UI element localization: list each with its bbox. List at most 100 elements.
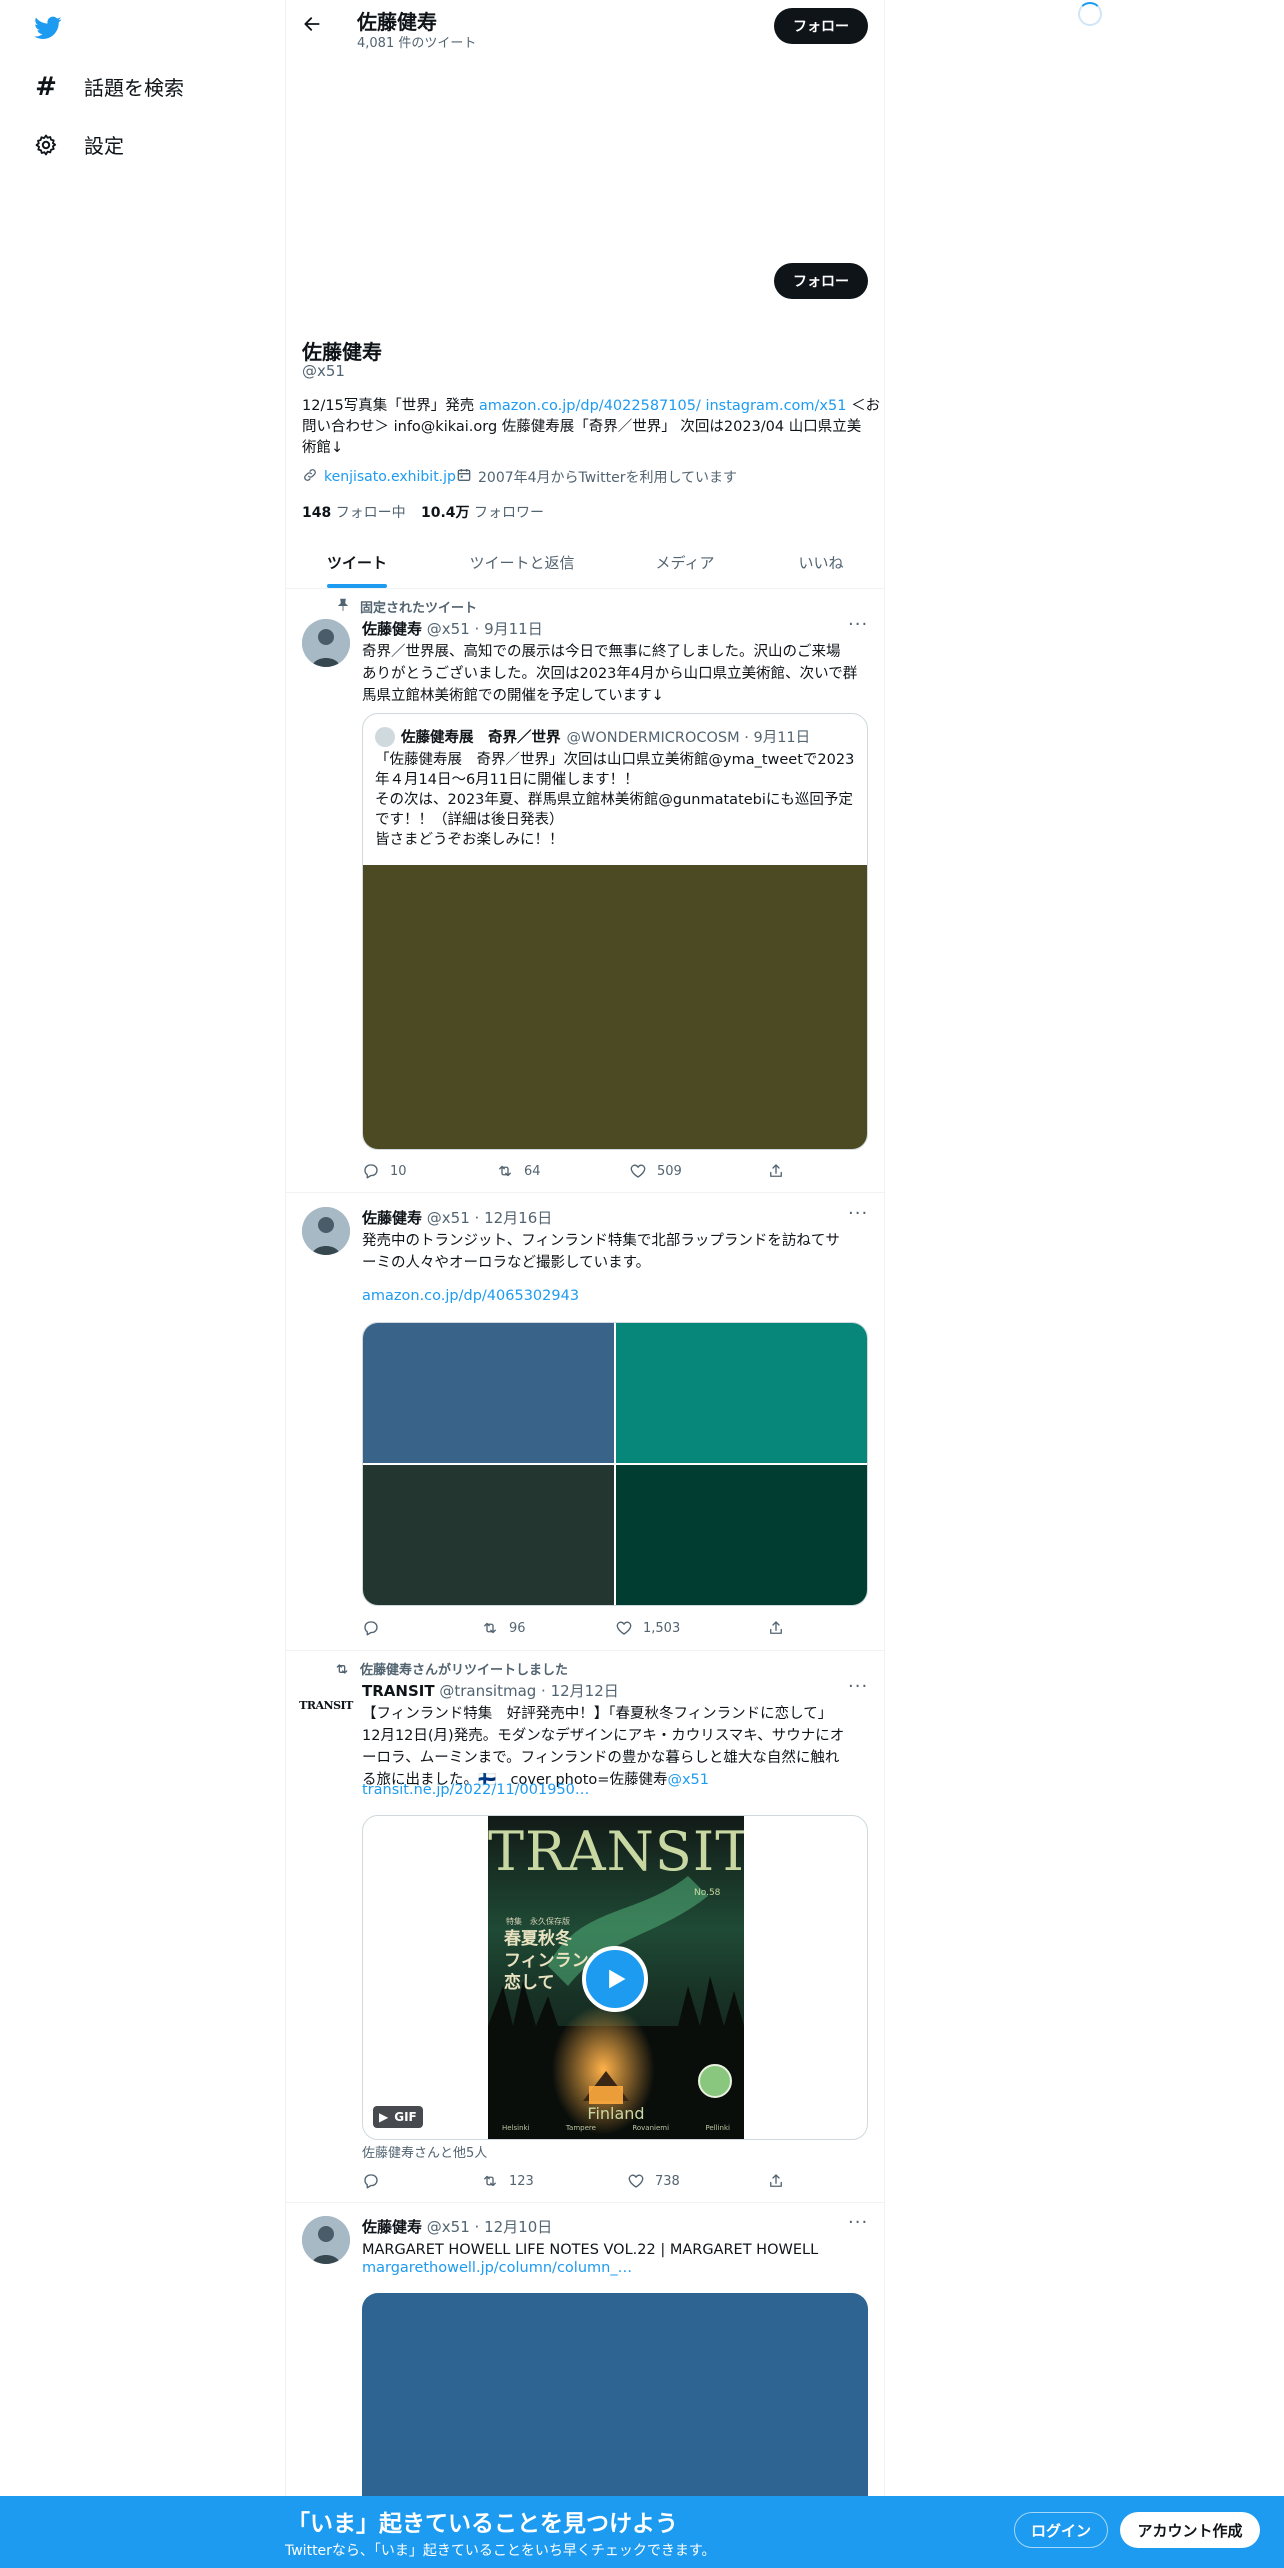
- transit-avatar[interactable]: TRANSIT: [299, 1681, 353, 1729]
- quote-tweet-card[interactable]: 佐藤健寿展 奇界／世界 @WONDERMICROCOSM · 9月11日 「佐藤…: [362, 713, 868, 1150]
- photo-grid: [362, 1322, 868, 1606]
- header-follow-button[interactable]: フォロー: [774, 8, 868, 44]
- following-label: フォロー中: [335, 505, 406, 521]
- tweet-meta[interactable]: @transitmag · 12月12日: [439, 1682, 618, 1700]
- cover-issue: No.58: [694, 1888, 721, 1898]
- tab-tweets-and-replies[interactable]: ツイートと返信: [455, 552, 589, 573]
- link-icon: [302, 467, 318, 487]
- retweet-button[interactable]: 64: [496, 1162, 541, 1180]
- avatar[interactable]: [302, 2216, 350, 2264]
- signup-button[interactable]: アカウント作成: [1120, 2512, 1260, 2548]
- pinned-context: 固定されたツイート: [336, 597, 477, 616]
- reply-button[interactable]: 10: [362, 1162, 407, 1180]
- login-button[interactable]: ログイン: [1014, 2512, 1108, 2548]
- tweet-link[interactable]: amazon.co.jp/dp/4065302943: [362, 1288, 579, 1304]
- quote-line: です！！（詳細は後日発表）: [375, 812, 564, 828]
- reply-count: 10: [390, 1163, 407, 1179]
- quote-avatar: [375, 726, 395, 747]
- retweet-context-label[interactable]: 佐藤健寿さんがリツイートしました: [360, 1659, 568, 1678]
- liked-by[interactable]: 佐藤健寿さんと他5人: [362, 2142, 487, 2161]
- tweet-meta[interactable]: @x51 · 12月16日: [427, 1209, 552, 1227]
- more-options-icon[interactable]: ···: [848, 614, 868, 635]
- twitter-logo-icon[interactable]: [32, 14, 64, 42]
- tweet-meta[interactable]: @x51 · 9月11日: [427, 620, 543, 638]
- gif-badge: ▶ GIF: [373, 2106, 423, 2128]
- tweet-link[interactable]: margarethowell.jp/column/column_…: [362, 2260, 632, 2276]
- play-icon[interactable]: [582, 1946, 648, 2012]
- nav-explore[interactable]: # 話題を検索: [32, 72, 184, 102]
- banner-subtitle: Twitterなら、「いま」起きていることをいち早くチェックできます。: [285, 2543, 716, 2559]
- retweet-button[interactable]: 96: [481, 1619, 526, 1637]
- tweet-text: 【フィンランド特集 好評発売中！】「春夏秋冬フィンランドに恋して」 12月12日…: [362, 1703, 872, 1791]
- profile-follow-button[interactable]: フォロー: [774, 263, 868, 299]
- like-count: 1,503: [643, 1620, 681, 1636]
- banner-title: 「いま」起きていることを見つけよう: [287, 2511, 678, 2537]
- tweet-author-name[interactable]: 佐藤健寿: [362, 1209, 422, 1227]
- tweet-line: 馬県立館林美術館での開催を予定しています↓: [362, 688, 664, 704]
- joined-text: 2007年4月からTwitterを利用しています: [478, 470, 738, 486]
- reply-icon: [364, 1164, 378, 1179]
- header-tweet-count: 4,081 件のツイート: [357, 36, 477, 51]
- tab-media[interactable]: メディア: [632, 552, 738, 573]
- share-button[interactable]: [767, 1162, 785, 1180]
- bio-text: 問い合わせ＞ info@kikai.org 佐藤健寿展「奇界／世界」 次回は20…: [302, 419, 862, 435]
- gif-media[interactable]: TRANSIT No.58 特集 永久保存版 春夏秋冬 フィンランドに 恋して …: [362, 1815, 868, 2140]
- bio-link-amazon[interactable]: amazon.co.jp/dp/4022587105/: [479, 398, 701, 414]
- retweet-count: 96: [509, 1620, 526, 1636]
- tweet-image[interactable]: [362, 2293, 868, 2496]
- retweet-button[interactable]: 123: [481, 2172, 534, 2190]
- retweet-count: 123: [509, 2173, 534, 2189]
- avatar[interactable]: [302, 619, 350, 667]
- website-link[interactable]: kenjisato.exhibit.jp: [324, 469, 456, 485]
- retweet-icon: [484, 1622, 496, 1634]
- share-icon: [770, 1164, 782, 1177]
- tweet-header: 佐藤健寿 @x51 · 9月11日: [362, 618, 543, 639]
- cover-kicker: 特集 永久保存版: [506, 1917, 570, 1926]
- reply-button[interactable]: [362, 1619, 380, 1637]
- tweet-header: TRANSIT @transitmag · 12月12日: [362, 1680, 619, 1701]
- profile-joined: 2007年4月からTwitterを利用しています: [456, 467, 737, 487]
- photo-4[interactable]: [616, 1465, 867, 1605]
- like-count: 738: [655, 2173, 680, 2189]
- back-arrow-icon[interactable]: [302, 14, 322, 39]
- tweet-mention[interactable]: @x51: [667, 1772, 709, 1788]
- tweet-line: 【フィンランド特集 好評発売中！】「春夏秋冬フィンランドに恋して」: [362, 1706, 833, 1722]
- bio-link-instagram[interactable]: instagram.com/x51: [705, 398, 846, 414]
- more-options-icon[interactable]: ···: [848, 2212, 868, 2233]
- photo-2[interactable]: [616, 1323, 867, 1463]
- photo-1[interactable]: [363, 1323, 614, 1463]
- followers-label: フォロワー: [474, 505, 544, 521]
- reply-icon: [364, 1621, 378, 1636]
- share-button[interactable]: [767, 1619, 785, 1637]
- heart-icon: [616, 1621, 632, 1635]
- tweet-link[interactable]: transit.ne.jp/2022/11/001950…: [362, 1782, 589, 1798]
- avatar[interactable]: [302, 1207, 350, 1255]
- nav-settings[interactable]: 設定: [32, 130, 124, 159]
- pinned-label: 固定されたツイート: [360, 601, 478, 616]
- following-link[interactable]: 148 フォロー中: [302, 502, 406, 522]
- cover-badge: [698, 2064, 732, 2098]
- reply-icon: [364, 2174, 378, 2189]
- tweet-line: ーロラ、ムーミンまで。フィンランドの豊かな暮らしと雄大な自然に触れ: [362, 1750, 840, 1766]
- quote-line: 皆さまどうぞお楽しみに！！: [375, 832, 564, 848]
- profile-website[interactable]: kenjisato.exhibit.jp: [302, 467, 456, 487]
- tweet-author-name[interactable]: TRANSIT: [362, 1682, 435, 1700]
- like-button[interactable]: 509: [629, 1162, 682, 1180]
- reply-button[interactable]: [362, 2172, 380, 2190]
- photo-3[interactable]: [363, 1465, 614, 1605]
- quote-header: 佐藤健寿展 奇界／世界 @WONDERMICROCOSM · 9月11日: [375, 726, 810, 747]
- tweet-text: 発売中のトランジット、フィンランド特集で北部ラップランドを訪ねてサ ーミの人々や…: [362, 1230, 872, 1274]
- more-options-icon[interactable]: ···: [848, 1676, 868, 1697]
- quote-image[interactable]: [363, 865, 867, 1149]
- tweet-author-name[interactable]: 佐藤健寿: [362, 620, 422, 638]
- tweet-author-name[interactable]: 佐藤健寿: [362, 2218, 422, 2236]
- tab-tweets[interactable]: ツイート: [300, 552, 414, 573]
- followers-link[interactable]: 10.4万 フォロワー: [421, 502, 544, 522]
- like-button[interactable]: 1,503: [615, 1619, 680, 1637]
- like-button[interactable]: 738: [627, 2172, 680, 2190]
- more-options-icon[interactable]: ···: [848, 1203, 868, 1224]
- bio-text: 術館↓: [302, 440, 344, 456]
- share-button[interactable]: [767, 2172, 785, 2190]
- tab-likes[interactable]: いいね: [782, 552, 860, 573]
- tweet-meta[interactable]: @x51 · 12月10日: [427, 2218, 552, 2236]
